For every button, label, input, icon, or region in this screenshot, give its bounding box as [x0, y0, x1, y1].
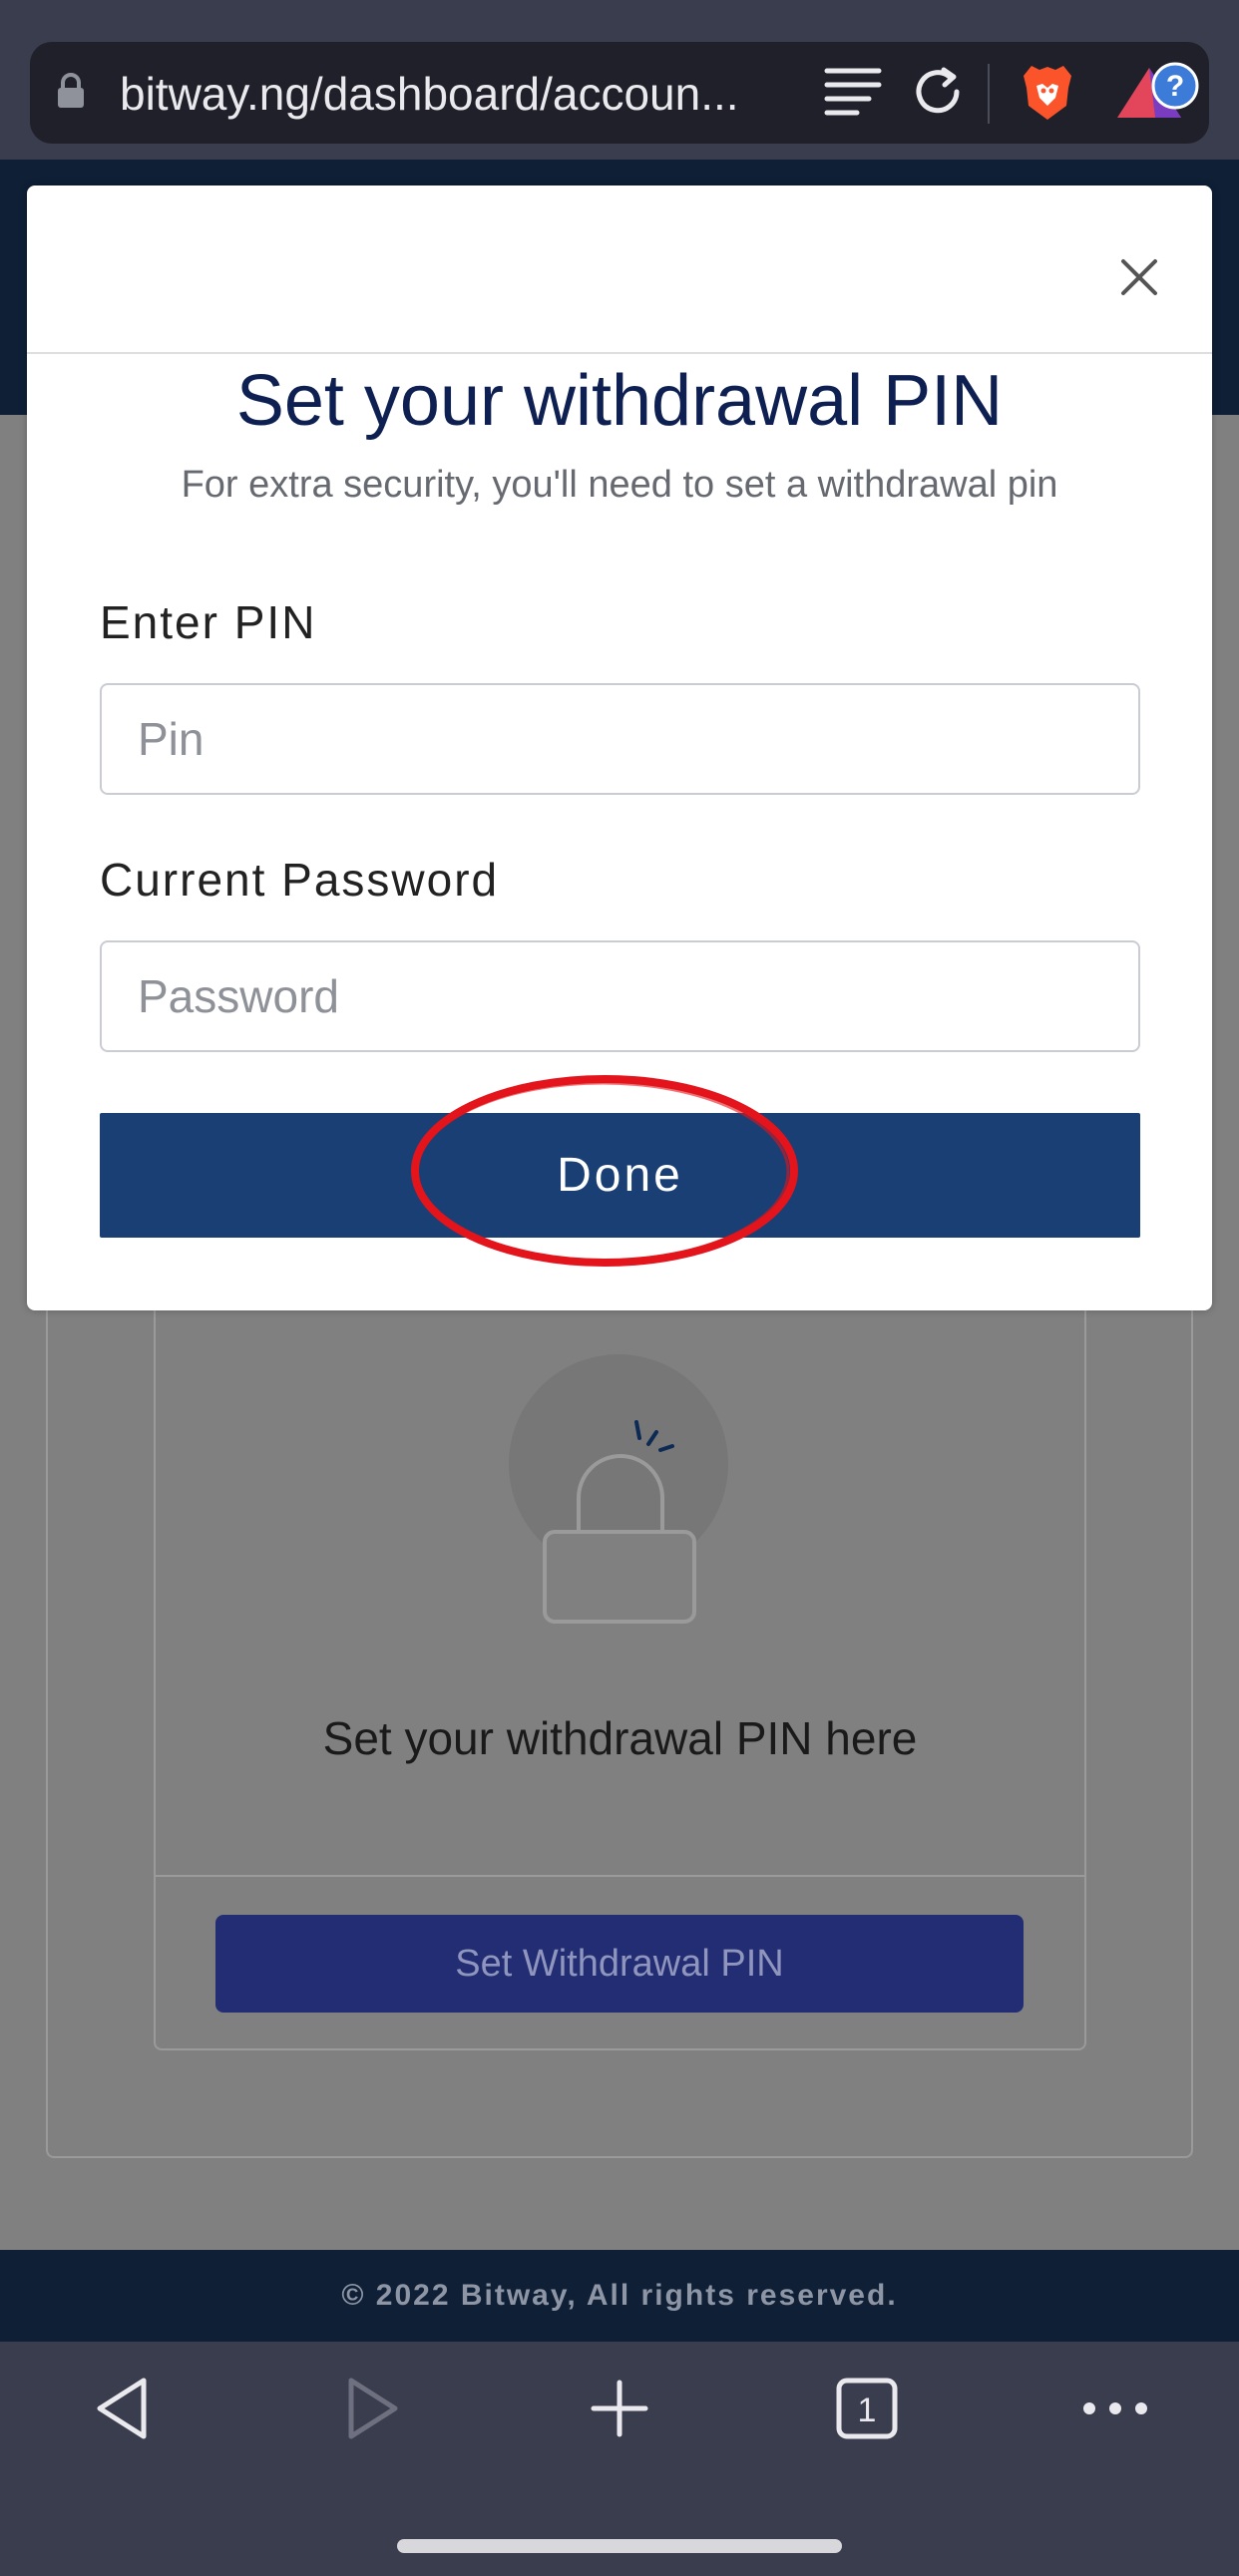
more-icon[interactable] — [1065, 2359, 1165, 2458]
pin-label: Enter PIN — [100, 596, 317, 648]
close-icon — [1121, 259, 1157, 295]
modal-subtitle: For extra security, you'll need to set a… — [181, 464, 1058, 506]
pin-input[interactable] — [100, 683, 1140, 795]
password-label: Current Password — [100, 854, 500, 906]
new-tab-icon[interactable] — [570, 2359, 669, 2458]
lock-icon — [58, 73, 84, 108]
brave-shield-icon[interactable] — [1020, 62, 1075, 124]
rewards-badge: ? — [1166, 70, 1184, 103]
forward-icon[interactable] — [321, 2359, 421, 2458]
back-icon[interactable] — [74, 2359, 174, 2458]
close-button[interactable] — [1107, 245, 1171, 309]
set-withdrawal-pin-button[interactable]: Set Withdrawal PIN — [215, 1915, 1024, 2013]
toolbar-separator — [988, 64, 990, 124]
modal-title: Set your withdrawal PIN — [235, 361, 1004, 441]
set-pin-prompt: Set your withdrawal PIN here — [322, 1712, 918, 1764]
home-indicator — [397, 2539, 842, 2553]
url-text[interactable]: bitway.ng/dashboard/accoun... — [120, 62, 788, 126]
card-divider — [154, 1875, 1086, 1877]
password-input[interactable] — [100, 940, 1140, 1052]
padlock-icon — [543, 1420, 696, 1624]
rewards-icon[interactable]: ? — [1115, 60, 1201, 124]
reload-icon[interactable] — [910, 64, 966, 120]
tab-count: 1 — [858, 2392, 877, 2429]
done-button[interactable]: Done — [100, 1113, 1140, 1238]
reader-mode-icon[interactable] — [824, 66, 882, 118]
page-footer: © 2022 Bitway, All rights reserved. — [0, 2250, 1239, 2342]
tabs-icon[interactable]: 1 — [817, 2359, 917, 2458]
